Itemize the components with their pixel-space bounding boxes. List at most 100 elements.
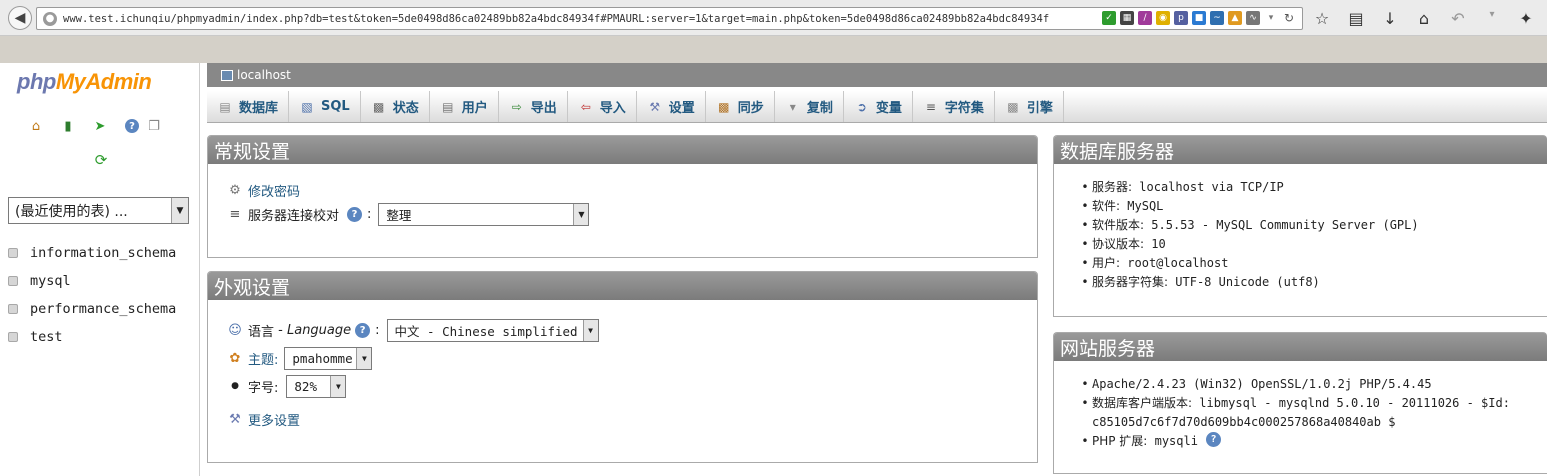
database-item[interactable]: performance_schema [8,295,176,323]
dropdown-icon[interactable]: ▾ [1264,11,1278,25]
info-label: PHP 扩展: [1092,434,1148,448]
tab-engines[interactable]: ▩ 引擎 [995,91,1064,122]
language-value: 中文 - Chinese simplified [394,323,578,339]
pma-icon[interactable]: ▲ [1228,11,1242,25]
tab-variables[interactable]: ➲ 变量 [844,91,913,122]
tab-databases[interactable]: ▤ 数据库 [207,91,290,122]
tab-replication[interactable]: ▾ 复制 [775,91,844,122]
info-label: 数据库客户端版本: [1092,396,1193,410]
tab-label: 数据库 [239,101,279,116]
theme-label[interactable]: 主题: [248,349,278,368]
addon-icon[interactable]: ✦ [1516,9,1536,28]
phpmyadmin-logo[interactable]: phpMyAdmin [17,69,152,95]
undo-icon[interactable]: ↶ [1448,9,1468,28]
variables-icon: ➲ [856,99,867,114]
url-bar-extensions: ✓ ▦ / ◉ p ■ ~ ▲ ∿ ▾ ↻ [1102,11,1296,25]
charset-list-icon: ≡ [229,206,241,222]
recent-tables-select[interactable]: (最近使用的表) ... ▼ [8,197,189,224]
chevron-down-icon[interactable]: ▼ [171,198,188,223]
sql-icon: ▧ [301,99,313,114]
info-label: 服务器字符集: [1092,275,1169,289]
database-name[interactable]: information_schema [30,245,176,261]
tab-sql[interactable]: ▧ SQL [289,91,361,122]
language-select[interactable]: 中文 - Chinese simplified ▼ [386,318,599,342]
sql-query-icon[interactable]: ➤ [90,117,110,135]
more-settings-link[interactable]: 更多设置 [248,410,300,429]
language-label: 语言 [248,324,275,340]
tab-label: 引擎 [1026,101,1053,116]
menu-chevron-icon[interactable]: ▾ [1482,9,1502,28]
users-icon: ▤ [442,99,454,114]
bullet: ● [231,381,239,391]
php-icon[interactable]: p [1174,11,1188,25]
appearance-settings-panel: 外观设置 ☺ 语言 - Language ?: 中文 - Chinese sim… [207,271,1038,463]
reading-list-icon[interactable]: ▤ [1346,9,1366,28]
help-icon[interactable]: ? [347,206,363,222]
back-icon[interactable]: ◀ [8,6,32,30]
database-name[interactable]: mysql [30,273,71,289]
tab-users[interactable]: ▤ 用户 [430,91,499,122]
wave-icon[interactable]: ~ [1210,11,1224,25]
font-size-value: 82% [294,378,317,394]
database-item[interactable]: information_schema [8,239,176,267]
tab-settings[interactable]: ⚒ 设置 [637,91,706,122]
chevron-down-icon[interactable]: ▼ [330,375,346,397]
synchronize-icon: ▩ [718,99,730,114]
collation-select[interactable]: 整理 ▼ [378,202,590,226]
tab-charsets[interactable]: ≡ 字符集 [913,91,995,122]
database-icon [8,248,18,258]
reload-page-icon[interactable]: ↻ [1282,11,1296,25]
logo-php: php [17,69,56,94]
web-server-title: 网站服务器 [1054,333,1547,361]
tab-import[interactable]: ⇦ 导入 [568,91,637,122]
database-name[interactable]: test [30,329,63,345]
server-breadcrumb: localhost [207,63,1547,87]
tab-status[interactable]: ▩ 状态 [361,91,430,122]
info-item: • 数据库客户端版本: libmysql - mysqlnd 5.0.10 - … [1081,396,1510,429]
main-content: localhost ▤ 数据库 ▧ SQL ▩ 状态 ▤ 用户 ⇨ 导出 ⇦ 导入 ⚒ 设置 … [207,63,1547,476]
copy-icon[interactable]: ❐ [144,117,164,135]
download-icon[interactable]: ↓ [1380,9,1400,28]
bookmark-star-icon[interactable]: ☆ [1312,9,1332,28]
database-item[interactable]: test [8,323,176,351]
info-item: • Apache/2.4.23 (Win32) OpenSSL/1.0.2j PH… [1078,375,1547,394]
database-item[interactable]: mysql [8,267,176,295]
info-value: root@localhost [1127,256,1229,270]
php-extension: mysqli [1154,434,1198,448]
help-icon[interactable]: ? [355,322,371,338]
help-doc-icon[interactable]: ? [122,117,142,135]
exit-icon[interactable]: ▮ [58,117,78,135]
chevron-down-icon[interactable]: ▼ [573,203,589,225]
tab-export[interactable]: ⇨ 导出 [499,91,568,122]
general-settings-title: 常规设置 [208,136,1037,164]
home-icon[interactable]: ⌂ [26,117,46,135]
help-icon[interactable]: ? [1205,432,1221,447]
language-icon: ☺ [228,322,242,338]
theme-select[interactable]: pmahomme ▼ [284,346,373,370]
shield-icon[interactable]: ✓ [1102,11,1116,25]
change-password-link[interactable]: 修改密码 [248,181,300,200]
home-icon[interactable]: ⌂ [1414,9,1434,28]
reload-navigation-icon[interactable]: ⟳ [92,151,110,169]
font-size-label: 字号: [248,380,279,396]
tab-synchronize[interactable]: ▩ 同步 [706,91,775,122]
qr-code-icon[interactable]: ▦ [1120,11,1134,25]
client-version-id: c85105d7c6f7d70d609bb4c000257868a40840ab… [1092,415,1396,429]
font-size-select[interactable]: 82% ▼ [286,374,347,398]
info-label: 软件: [1092,199,1121,213]
engines-icon: ▩ [1007,99,1019,114]
database-name[interactable]: performance_schema [30,301,176,317]
chevron-down-icon[interactable]: ▼ [356,347,372,369]
windows-icon[interactable]: ■ [1192,11,1206,25]
lock-icon[interactable]: ◉ [1156,11,1170,25]
apache-version: Apache/2.4.23 (Win32) OpenSSL/1.0.2j PHP… [1092,377,1432,391]
antenna-icon[interactable]: ∿ [1246,11,1260,25]
chevron-down-icon[interactable]: ▼ [582,319,598,341]
url-text[interactable]: www.test.ichunqiu/phpmyadmin/index.php?d… [63,13,1083,25]
tab-label: 字符集 [944,101,984,116]
address-bar[interactable]: ● www.test.ichunqiu/phpmyadmin/index.php… [36,7,1303,30]
tab-label: 复制 [806,101,833,116]
feather-icon[interactable]: / [1138,11,1152,25]
server-label[interactable]: localhost [237,68,291,82]
server-icon [221,69,233,81]
